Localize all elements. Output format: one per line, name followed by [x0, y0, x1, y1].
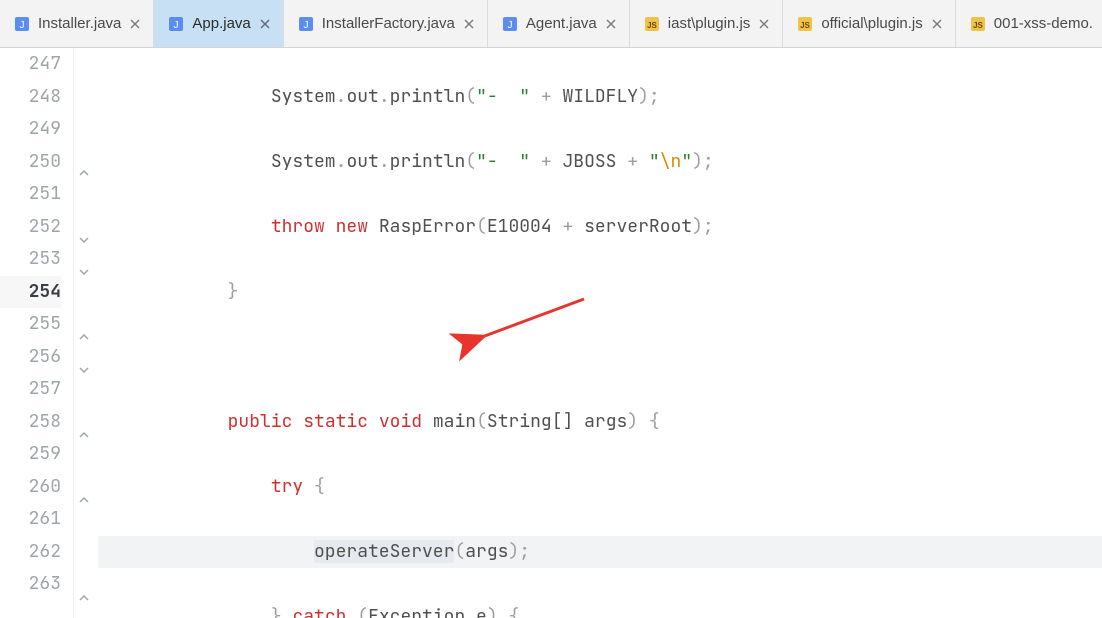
line-number: 250 — [0, 146, 61, 179]
tab-official-plugin[interactable]: JS official\plugin.js — [783, 0, 955, 47]
fold-marker-icon[interactable] — [78, 495, 90, 507]
code-editor[interactable]: 2472482492502512522532542552562572582592… — [0, 48, 1102, 618]
tab-label: App.java — [192, 15, 250, 32]
js-file-icon: JS — [797, 16, 813, 32]
code-line[interactable]: } — [98, 276, 1102, 309]
js-file-icon: JS — [970, 16, 986, 32]
code-line[interactable]: try { — [98, 471, 1102, 504]
tab-installer[interactable]: J Installer.java — [0, 0, 154, 47]
tab-iast-plugin[interactable]: JS iast\plugin.js — [630, 0, 784, 47]
code-line[interactable]: System.out.println("- " + WILDFLY); — [98, 81, 1102, 114]
svg-text:J: J — [303, 20, 308, 31]
java-class-icon: J — [298, 16, 314, 32]
close-icon[interactable] — [129, 18, 141, 30]
svg-text:JS: JS — [973, 21, 983, 30]
close-icon[interactable] — [259, 18, 271, 30]
js-file-icon: JS — [644, 16, 660, 32]
tab-label: 001-xss-demo. — [994, 15, 1093, 32]
fold-marker-icon[interactable] — [78, 332, 90, 344]
tab-installer-factory[interactable]: J InstallerFactory.java — [284, 0, 488, 47]
tab-xss-demo[interactable]: JS 001-xss-demo. — [956, 0, 1102, 47]
svg-text:J: J — [20, 20, 25, 31]
line-number: 257 — [0, 373, 61, 406]
fold-marker-icon[interactable] — [78, 234, 90, 246]
line-number: 253 — [0, 243, 61, 276]
close-icon[interactable] — [605, 18, 617, 30]
fold-marker-icon[interactable] — [78, 430, 90, 442]
line-number: 262 — [0, 536, 61, 569]
code-line[interactable]: System.out.println("- " + JBOSS + "\n"); — [98, 146, 1102, 179]
tab-app[interactable]: J App.java — [154, 0, 283, 47]
java-class-icon: J — [168, 16, 184, 32]
tab-label: Installer.java — [38, 15, 121, 32]
tab-label: iast\plugin.js — [668, 15, 751, 32]
editor-tabbar: J Installer.java J App.java J InstallerF… — [0, 0, 1102, 48]
fold-marker-icon[interactable] — [78, 593, 90, 605]
line-number-gutter: 2472482492502512522532542552562572582592… — [0, 48, 74, 618]
fold-marker-icon[interactable] — [78, 266, 90, 278]
code-line[interactable]: public static void main(String[] args) { — [98, 406, 1102, 439]
svg-text:J: J — [507, 20, 512, 31]
line-number: 255 — [0, 308, 61, 341]
line-number: 260 — [0, 471, 61, 504]
fold-marker-icon[interactable] — [78, 168, 90, 180]
line-number: 252 — [0, 211, 61, 244]
code-line[interactable] — [98, 341, 1102, 374]
svg-text:JS: JS — [800, 21, 810, 30]
code-line[interactable]: throw new RaspError(E10004 + serverRoot)… — [98, 211, 1102, 244]
line-number: 261 — [0, 503, 61, 536]
svg-text:J: J — [174, 20, 179, 31]
close-icon[interactable] — [931, 18, 943, 30]
close-icon[interactable] — [758, 18, 770, 30]
line-number: 256 — [0, 341, 61, 374]
line-number: 251 — [0, 178, 61, 211]
line-number: 248 — [0, 81, 61, 114]
fold-marker-icon[interactable] — [78, 364, 90, 376]
code-line-current[interactable]: operateServer(args); — [98, 536, 1102, 569]
line-number: 259 — [0, 438, 61, 471]
close-icon[interactable] — [463, 18, 475, 30]
line-number: 249 — [0, 113, 61, 146]
code-line[interactable]: } catch (Exception e) { — [98, 601, 1102, 618]
java-class-icon: J — [14, 16, 30, 32]
line-number: 263 — [0, 568, 61, 601]
tab-label: Agent.java — [526, 15, 597, 32]
tab-label: InstallerFactory.java — [322, 15, 455, 32]
fold-column — [74, 48, 94, 618]
svg-text:JS: JS — [647, 21, 657, 30]
line-number: 247 — [0, 48, 61, 81]
tab-label: official\plugin.js — [821, 15, 922, 32]
java-class-icon: J — [502, 16, 518, 32]
tab-agent[interactable]: J Agent.java — [488, 0, 630, 47]
line-number: 254 — [0, 276, 61, 309]
code-content[interactable]: System.out.println("- " + WILDFLY); Syst… — [94, 48, 1102, 618]
line-number: 258 — [0, 406, 61, 439]
